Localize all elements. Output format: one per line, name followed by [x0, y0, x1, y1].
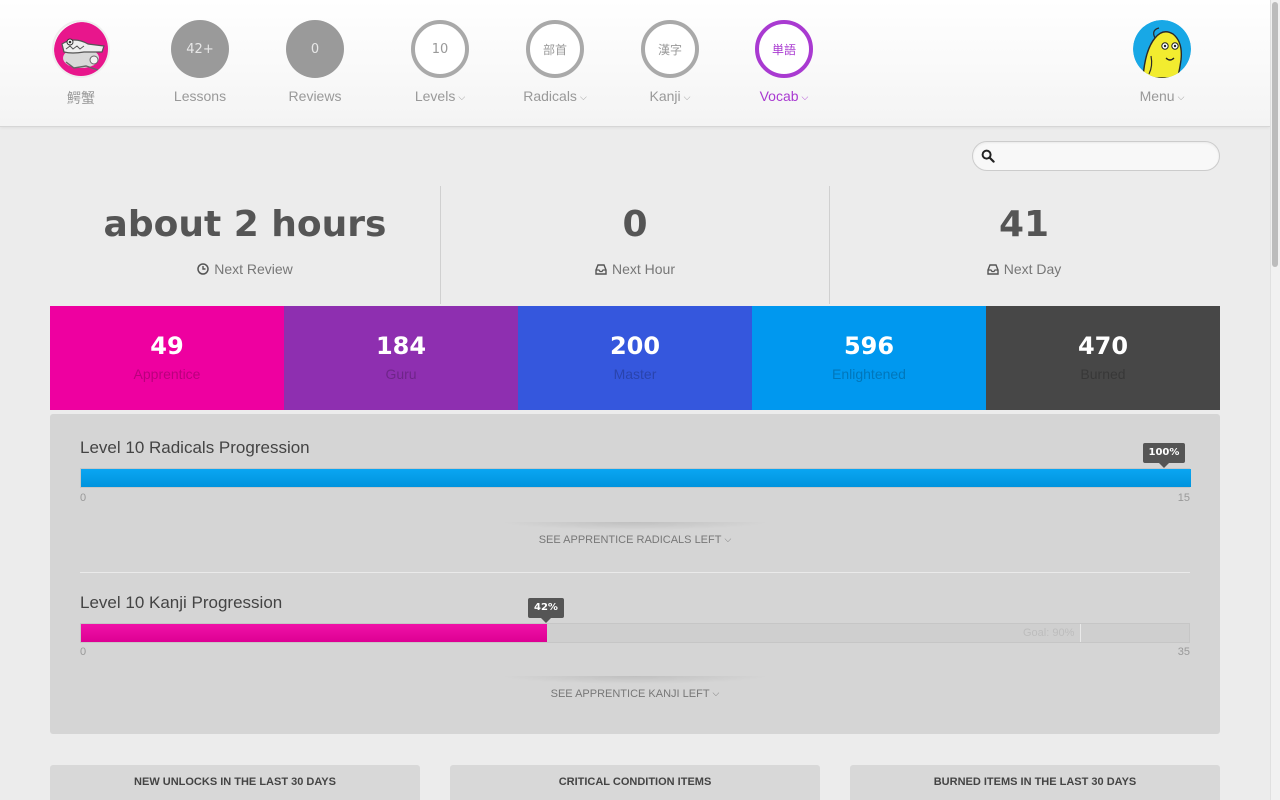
next-day-value: 41: [998, 204, 1050, 245]
apprentice-count: 49: [150, 332, 184, 360]
master-count: 200: [609, 332, 661, 360]
critical-items-heading: CRITICAL CONDITION ITEMS: [558, 776, 712, 788]
chevron-down-icon: ⌵: [724, 534, 732, 544]
chevron-down-icon: ⌵: [801, 92, 809, 102]
srs-apprentice[interactable]: 49 Apprentice: [50, 306, 284, 410]
user-name: 鰐蟹: [67, 90, 95, 106]
srs-burned[interactable]: 470 Burned: [986, 306, 1220, 410]
kanji-progress-tooltip: 42%: [528, 598, 564, 623]
nav-radicals[interactable]: 部首 Radicals ⌵: [505, 20, 605, 110]
menu-avatar[interactable]: [1133, 20, 1191, 78]
chevron-down-icon: ⌵: [712, 688, 720, 698]
critical-items-panel: CRITICAL CONDITION ITEMS: [450, 765, 820, 800]
radicals-progress-tooltip: 100%: [1142, 443, 1186, 468]
levels-badge: 10: [411, 20, 469, 78]
search-box[interactable]: [972, 141, 1220, 171]
enlightened-count: 596: [843, 332, 895, 360]
next-hour-caption: Next Hour: [440, 261, 830, 277]
section-divider: [80, 572, 1190, 573]
new-unlocks-panel: NEW UNLOCKS IN THE LAST 30 DAYS: [50, 765, 420, 800]
srs-master[interactable]: 200 Master: [518, 306, 752, 410]
guru-count: 184: [375, 332, 427, 360]
stat-next-day: 41 Next Day: [829, 186, 1219, 304]
next-review-caption: Next Review: [50, 261, 440, 277]
vocab-badge: 単語: [755, 20, 813, 78]
chevron-down-icon: ⌵: [683, 92, 691, 102]
chevron-down-icon: ⌵: [1177, 92, 1185, 102]
burned-count: 470: [1077, 332, 1129, 360]
next-day-caption: Next Day: [829, 261, 1219, 277]
burned-items-panel: BURNED ITEMS IN THE LAST 30 DAYS: [850, 765, 1220, 800]
clock-icon: [197, 263, 209, 275]
enlightened-label: Enlightened: [832, 366, 906, 382]
stat-next-review: about 2 hours Next Review: [50, 186, 440, 304]
nav-kanji[interactable]: 漢字 Kanji ⌵: [620, 20, 720, 110]
srs-enlightened[interactable]: 596 Enlightened: [752, 306, 986, 410]
kanji-min-label: 0: [80, 646, 87, 658]
apprentice-label: Apprentice: [133, 366, 201, 382]
nav-reviews[interactable]: 0 Reviews: [265, 20, 365, 110]
reviews-count-badge: 0: [286, 20, 344, 78]
progression-panel: Level 10 Radicals Progression 100% 0 15 …: [50, 414, 1220, 734]
character-avatar-icon: [1133, 20, 1191, 78]
top-navigation: 鰐蟹 42+ Lessons 0 Reviews 10 Levels ⌵ 部首 R…: [0, 0, 1270, 127]
see-apprentice-kanji-link[interactable]: SEE APPRENTICE KANJI LEFT ⌵: [50, 688, 1220, 700]
radicals-label: Radicals ⌵: [523, 88, 587, 104]
nav-levels[interactable]: 10 Levels ⌵: [390, 20, 490, 110]
burned-label: Burned: [1080, 366, 1126, 382]
levels-label: Levels ⌵: [414, 88, 466, 104]
vocab-label: Vocab ⌵: [759, 88, 809, 104]
nav-lessons[interactable]: 42+ Lessons: [150, 20, 250, 110]
scrollbar-thumb[interactable]: [1272, 2, 1278, 267]
guru-label: Guru: [385, 366, 417, 382]
kanji-badge: 漢字: [641, 20, 699, 78]
menu-label: Menu ⌵: [1139, 88, 1185, 104]
crocodile-avatar-icon: [54, 22, 108, 76]
kanji-label: Kanji ⌵: [649, 88, 691, 104]
kanji-max-label: 35: [1177, 646, 1190, 658]
lessons-count-badge: 42+: [171, 20, 229, 78]
nav-vocab[interactable]: 単語 Vocab ⌵: [734, 20, 834, 110]
kanji-progress-bar: Goal: 90%: [80, 623, 1190, 643]
kanji-progress-fill: [81, 624, 547, 642]
link-shadow: [500, 522, 770, 530]
radicals-max-label: 15: [1177, 492, 1190, 504]
inbox-icon: [987, 263, 999, 275]
kanji-progress-title: Level 10 Kanji Progression: [80, 593, 283, 612]
kanji-goal-marker: [1080, 624, 1081, 642]
srs-distribution-bar: 49 Apprentice 184 Guru 200 Master 596 En…: [50, 306, 1220, 410]
next-hour-label: Next Hour: [611, 261, 676, 277]
link-shadow: [500, 676, 770, 684]
srs-guru[interactable]: 184 Guru: [284, 306, 518, 410]
stat-next-hour: 0 Next Hour: [440, 186, 830, 304]
user-avatar[interactable]: [52, 20, 110, 78]
radicals-min-label: 0: [80, 492, 87, 504]
see-apprentice-radicals-link[interactable]: SEE APPRENTICE RADICALS LEFT ⌵: [50, 534, 1220, 546]
search-icon: [981, 149, 995, 163]
inbox-icon: [595, 263, 607, 275]
chevron-down-icon: ⌵: [458, 92, 466, 102]
nav-user-profile[interactable]: 鰐蟹: [31, 20, 131, 110]
radicals-progress-title: Level 10 Radicals Progression: [80, 438, 310, 457]
radicals-progress-bar: [80, 468, 1191, 488]
chevron-down-icon: ⌵: [579, 92, 587, 102]
radicals-progress-fill: [81, 469, 1191, 487]
kanji-goal-label: Goal: 90%: [1023, 627, 1075, 639]
next-day-label: Next Day: [1003, 261, 1062, 277]
next-hour-value: 0: [622, 204, 648, 245]
search-input[interactable]: [999, 145, 1211, 167]
nav-menu[interactable]: Menu ⌵: [1112, 20, 1212, 110]
radicals-badge: 部首: [526, 20, 584, 78]
next-review-label: Next Review: [214, 261, 293, 277]
lessons-label: Lessons: [173, 88, 227, 104]
master-label: Master: [613, 366, 657, 382]
reviews-label: Reviews: [288, 88, 342, 104]
burned-items-heading: BURNED ITEMS IN THE LAST 30 DAYS: [933, 776, 1137, 788]
next-review-value: about 2 hours: [103, 204, 387, 245]
page-scrollbar[interactable]: [1270, 0, 1280, 800]
new-unlocks-heading: NEW UNLOCKS IN THE LAST 30 DAYS: [134, 776, 336, 788]
